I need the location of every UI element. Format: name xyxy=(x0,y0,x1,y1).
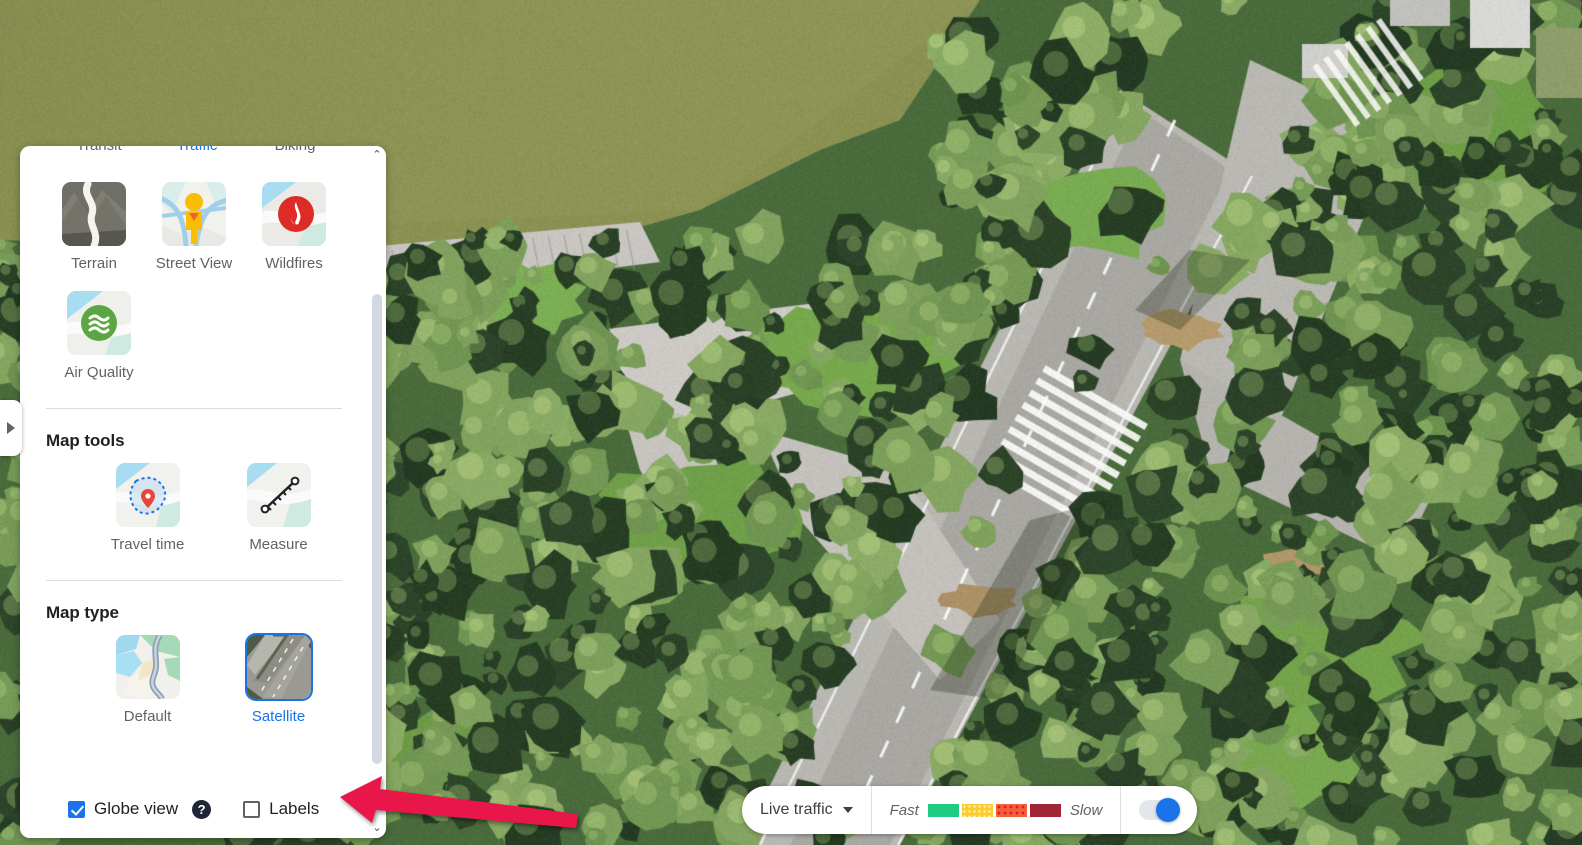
sidebar-expand-handle[interactable] xyxy=(0,400,22,456)
layers-panel-scrollbar[interactable]: ⌃ ⌄ xyxy=(368,146,386,838)
legend-fast-label: Fast xyxy=(890,802,919,819)
legend-swatch-fast xyxy=(928,804,959,817)
layer-tile-air-quality[interactable]: Air Quality xyxy=(44,291,154,382)
map-tools-title: Map tools xyxy=(46,431,344,451)
help-icon[interactable]: ? xyxy=(192,800,211,819)
layer-tile-street-view[interactable]: Street View xyxy=(144,182,244,273)
map-tool-measure-label: Measure xyxy=(249,536,307,554)
layer-tiles-row-2: Air Quality xyxy=(44,291,344,382)
map-type-row: Default Satellite xyxy=(44,635,344,726)
traffic-legend-bar[interactable]: Live traffic Fast Slow xyxy=(742,786,1197,834)
legend-swatches xyxy=(928,804,1061,817)
layer-tile-terrain-label: Terrain xyxy=(71,255,117,273)
layer-tile-street-view-label: Street View xyxy=(156,255,232,273)
map-type-satellite-label: Satellite xyxy=(252,708,305,726)
clipped-label-biking[interactable]: Biking xyxy=(246,146,344,155)
labels-label: Labels xyxy=(269,799,319,819)
clipped-layer-row: Transit Traffic Biking xyxy=(50,146,344,164)
terrain-icon xyxy=(62,182,126,246)
traffic-toggle-segment[interactable] xyxy=(1121,786,1197,834)
legend-slow-label: Slow xyxy=(1070,802,1103,819)
scrollbar-thumb[interactable] xyxy=(372,294,382,764)
clipped-label-traffic[interactable]: Traffic xyxy=(148,146,246,155)
layer-tile-air-quality-label: Air Quality xyxy=(64,364,133,382)
chevron-down-icon xyxy=(843,807,853,813)
scroll-up-icon[interactable]: ⌃ xyxy=(372,150,381,161)
layer-tile-wildfires[interactable]: Wildfires xyxy=(244,182,344,273)
legend-swatch-moderate xyxy=(962,804,993,817)
live-traffic-label: Live traffic xyxy=(760,801,833,819)
layer-tiles-row-1: Terrain Street View Wildfires xyxy=(44,182,344,273)
travel-time-pin-icon xyxy=(116,463,180,527)
globe-view-control[interactable]: Globe view ? xyxy=(68,799,211,819)
map-tool-measure[interactable]: Measure xyxy=(213,463,344,554)
air-quality-waves-icon xyxy=(67,291,131,355)
map-tool-travel-time-label: Travel time xyxy=(111,536,185,554)
legend-swatch-slow xyxy=(1030,804,1061,817)
globe-view-checkbox[interactable] xyxy=(68,801,85,818)
wildfire-flame-icon xyxy=(262,182,326,246)
map-type-satellite[interactable]: Satellite xyxy=(213,635,344,726)
divider-map-tools xyxy=(46,408,342,409)
legend-swatch-heavy xyxy=(996,804,1027,817)
map-type-title: Map type xyxy=(46,603,344,623)
map-tools-row: Travel time Measure xyxy=(44,463,344,554)
satellite-map-icon xyxy=(247,635,311,699)
labels-checkbox[interactable] xyxy=(243,801,260,818)
divider-map-type xyxy=(46,580,342,581)
layers-panel[interactable]: Transit Traffic Biking Terrain xyxy=(20,146,386,838)
map-type-default-label: Default xyxy=(124,708,172,726)
labels-control[interactable]: Labels xyxy=(243,799,319,819)
layer-tile-terrain[interactable]: Terrain xyxy=(44,182,144,273)
street-view-pegman-icon xyxy=(162,182,226,246)
scroll-down-icon[interactable]: ⌄ xyxy=(372,823,381,834)
traffic-toggle[interactable] xyxy=(1139,800,1179,820)
layer-tile-wildfires-label: Wildfires xyxy=(265,255,323,273)
map-tool-travel-time[interactable]: Travel time xyxy=(82,463,213,554)
clipped-label-transit[interactable]: Transit xyxy=(50,146,148,155)
measure-ruler-icon xyxy=(247,463,311,527)
map-type-default[interactable]: Default xyxy=(82,635,213,726)
default-map-icon xyxy=(116,635,180,699)
layers-panel-footer: Globe view ? Labels xyxy=(20,780,368,838)
traffic-toggle-knob xyxy=(1156,798,1180,822)
globe-view-label: Globe view xyxy=(94,799,178,819)
traffic-speed-legend: Fast Slow xyxy=(872,786,1121,834)
layers-panel-scroll-area: Transit Traffic Biking Terrain xyxy=(20,146,368,838)
live-traffic-dropdown[interactable]: Live traffic xyxy=(742,786,871,834)
chevron-right-icon xyxy=(7,422,15,434)
